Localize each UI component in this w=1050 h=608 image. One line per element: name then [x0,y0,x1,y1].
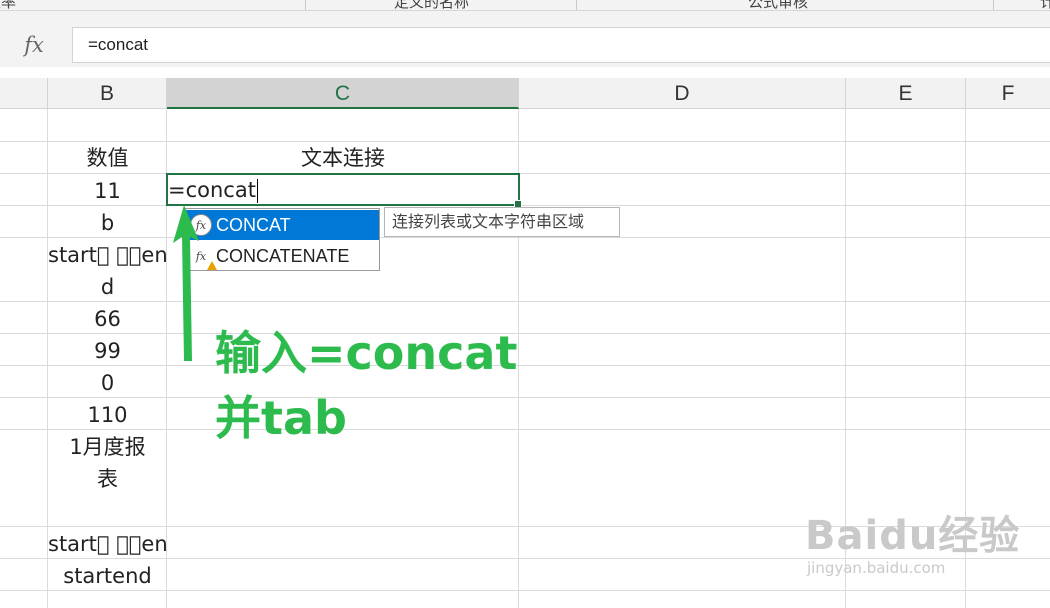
insert-function-button[interactable]: fx [0,27,68,63]
cell-b-value[interactable]: 66 [48,303,167,335]
text-cursor [256,179,258,203]
formula-input[interactable]: =concat [72,27,1050,63]
baidu-jingyan-watermark: Baidu经验 jingyan.baidu.com [805,513,1020,577]
active-cell-text: =concat [168,178,256,202]
fx-icon: fx [24,33,44,57]
cell-b-value[interactable]: start    en [48,239,167,271]
ribbon-separator [576,0,577,10]
watermark-brand: Baidu经验 [805,513,1021,559]
ribbon-group-label-defined-names: 定义的名称 [394,0,470,11]
annotation-text-line1: 输入=concat [215,326,518,380]
autocomplete-item-label: CONCATENATE [216,245,350,266]
column-header-f[interactable]: F [966,78,1050,109]
ribbon-separator [993,0,994,10]
autocomplete-item-concatenate[interactable]: fx CONCATENATE [186,241,379,271]
ribbon-strip: 效率 定义的名称 公式审核 计 [0,0,1050,11]
ribbon-group-label: 效率 [0,0,17,11]
function-tooltip: 连接列表或文本字符串区域 [384,207,620,237]
cell-b-value[interactable]: start    end [48,528,167,560]
column-header-d[interactable]: D [519,78,846,109]
function-autocomplete-list: fx CONCAT fx CONCATENATE [185,208,380,271]
ribbon-group-label: 计 [1040,0,1050,10]
watermark-url: jingyan.baidu.com [807,559,946,577]
ribbon-group-label-formula-auditing: 公式审核 [748,0,809,11]
active-cell-editor[interactable]: =concat [168,175,258,205]
column-header-e[interactable]: E [846,78,966,109]
cell-b-value[interactable]: 11 [48,175,167,207]
cell-b-value[interactable]: 1月度报 [48,431,167,463]
column-header-a[interactable] [0,78,48,109]
cell-b-value[interactable]: 表 [48,463,167,495]
cell-b-value[interactable]: 110 [48,399,167,431]
cell-b-value[interactable]: 99 [48,335,167,367]
cell-b-value[interactable]: startend [48,560,167,592]
autocomplete-item-concat[interactable]: fx CONCAT [186,210,379,240]
column-header-c[interactable]: C [167,78,519,109]
cell-b-value[interactable]: 0 [48,367,167,399]
cell-b-value[interactable]: b [48,207,167,239]
column-header-b[interactable]: B [48,78,167,109]
annotation-text-line2: 并tab [215,391,347,445]
autocomplete-item-label: CONCAT [216,214,291,235]
ribbon-separator [305,0,306,10]
cell-b-header[interactable]: 数值 [48,142,167,174]
cell-c-header[interactable]: 文本连接 [167,142,519,174]
cell-b-value[interactable]: d [48,271,167,303]
annotation-arrow-icon [173,205,199,361]
